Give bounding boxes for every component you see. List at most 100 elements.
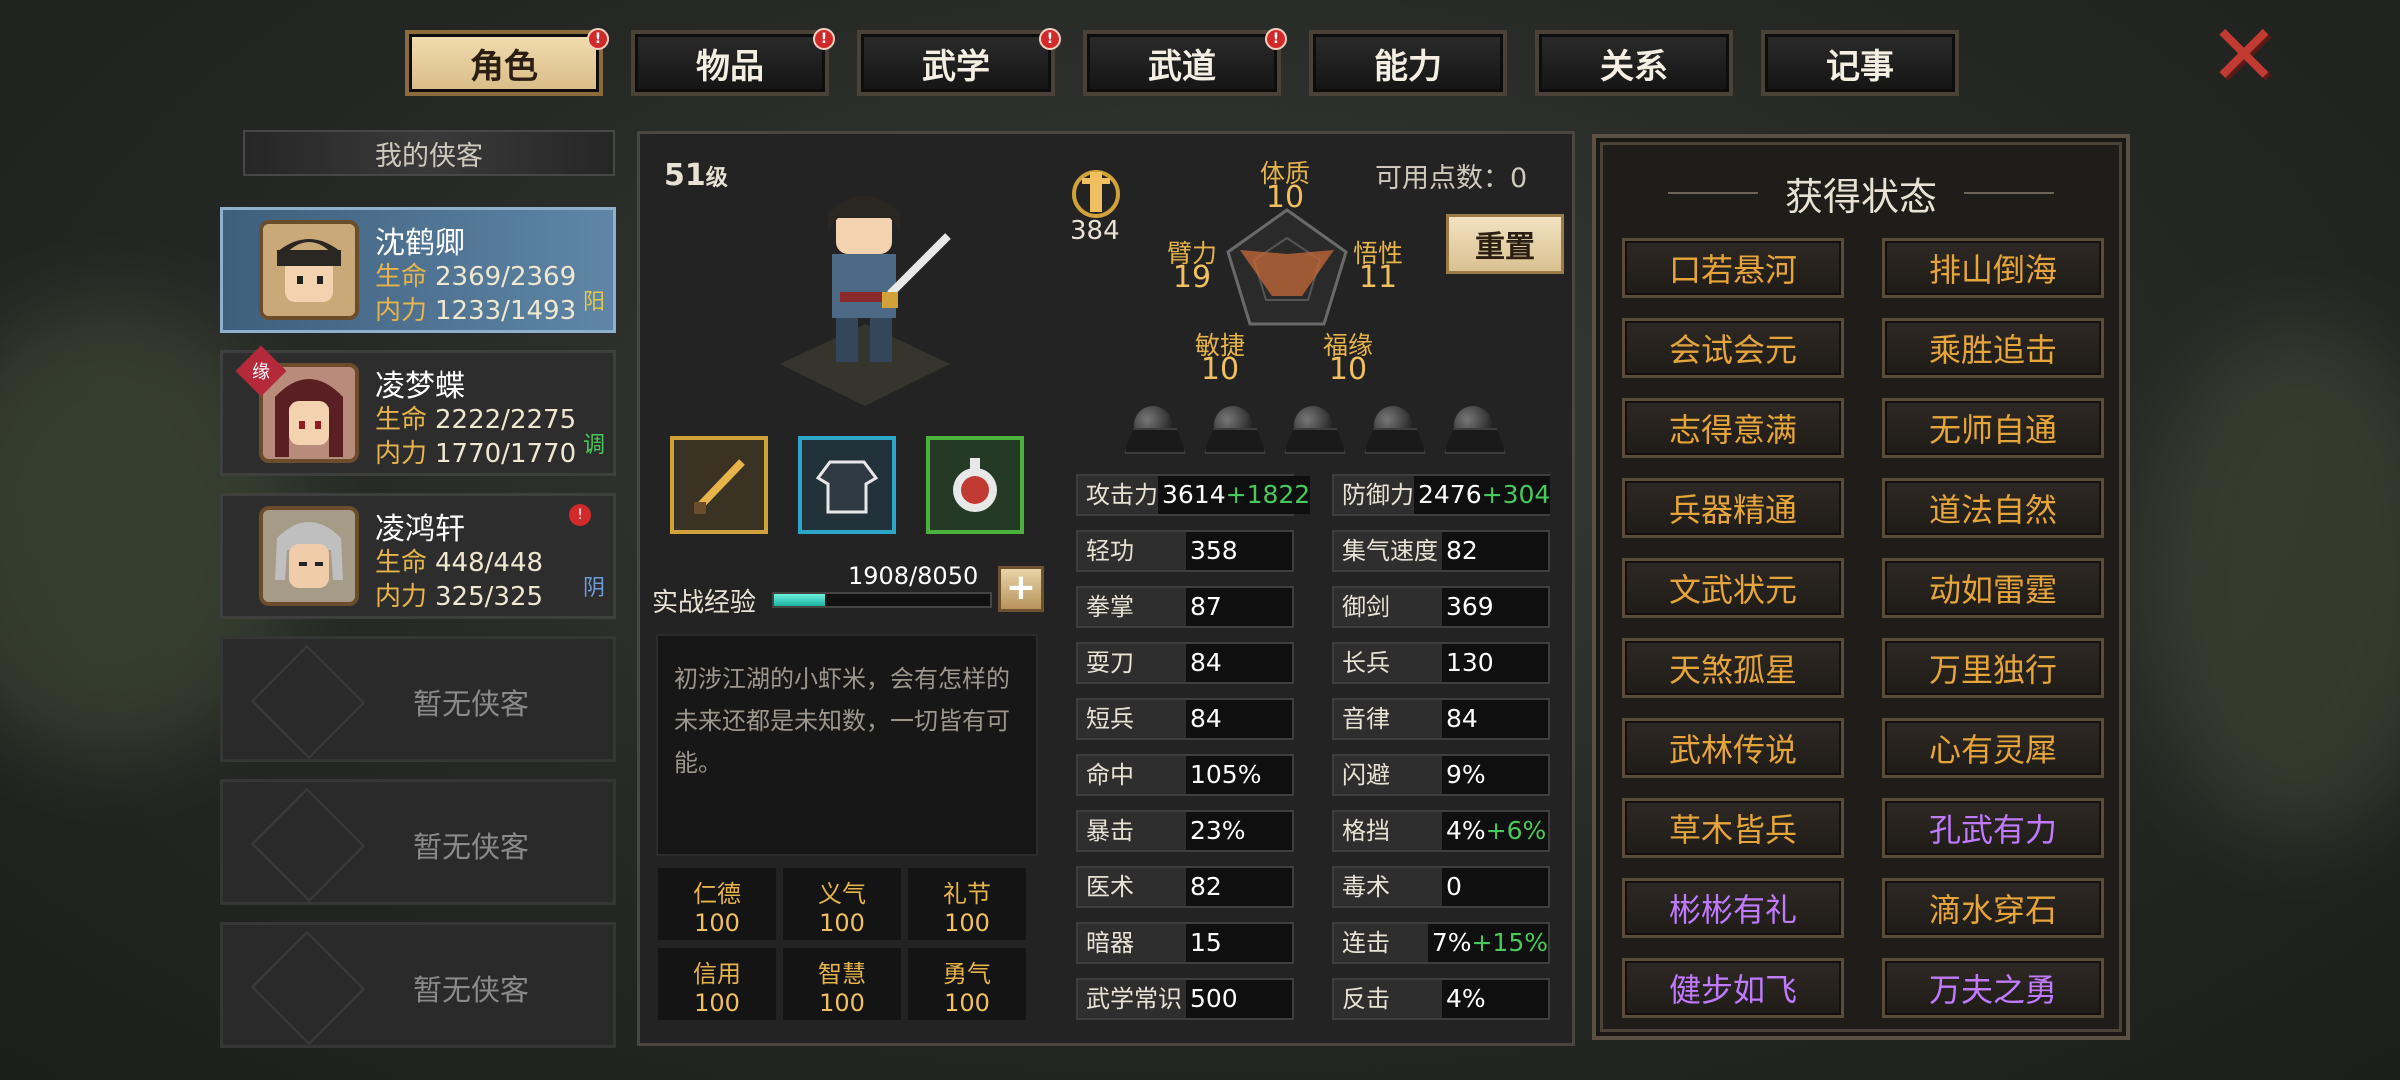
hero-avatar	[259, 220, 359, 320]
virtue-item: 信用 100	[658, 948, 776, 1020]
stat-value-cell: 2476+304	[1414, 476, 1551, 514]
empty-slot-label: 暂无侠客	[413, 830, 530, 864]
stat-name: 反击	[1342, 985, 1390, 1013]
orb-slot-icon[interactable]	[1284, 406, 1342, 454]
attr-bili-value: 19	[1172, 260, 1212, 295]
status-buff[interactable]: 志得意满	[1622, 398, 1844, 458]
tab-abilities[interactable]: 能力	[1309, 30, 1507, 96]
tab-items[interactable]: 物品!	[631, 28, 835, 96]
robe-icon	[815, 460, 879, 514]
hero-card[interactable]: 缘 凌梦蝶 生命 2222/2275 内力 1770/1770 调	[220, 345, 616, 476]
stat-row: 暴击 23%	[1076, 810, 1294, 852]
tab-bar: 角色! 物品! 武学! 武道! 能力 关系 记事	[405, 28, 1959, 96]
status-buff[interactable]: 心有灵犀	[1882, 718, 2104, 778]
tab-martial-way[interactable]: 武道!	[1083, 28, 1287, 96]
stat-row: 攻击力 3614+1822	[1076, 474, 1311, 516]
status-buff[interactable]: 草木皆兵	[1622, 798, 1844, 858]
stat-value-cell: 358	[1186, 532, 1292, 570]
status-buff[interactable]: 会试会元	[1622, 318, 1844, 378]
hero-hp: 生命 2369/2369	[375, 262, 577, 292]
armor-slot[interactable]	[798, 436, 896, 534]
close-icon[interactable]: ✕	[2205, 13, 2283, 97]
empty-avatar-icon	[250, 930, 366, 1046]
status-buff[interactable]: 健步如飞	[1622, 958, 1844, 1018]
stat-name: 武学常识	[1086, 985, 1182, 1013]
orb-slot-icon[interactable]	[1204, 406, 1262, 454]
add-exp-button[interactable]: +	[998, 566, 1044, 612]
character-description: 初涉江湖的小虾米，会有怎样的未来还都是未知数，一切皆有可能。	[656, 634, 1038, 856]
status-buff[interactable]: 彬彬有礼	[1622, 878, 1844, 938]
stat-name: 命中	[1086, 761, 1134, 789]
stats-grid: 攻击力 3614+1822 防御力 2476+304 轻功 358 集气速度 82 拳掌 87 御剑…	[1076, 474, 1551, 1020]
hero-yinyang-tag: 阴	[582, 576, 605, 601]
stat-value-cell: 130	[1442, 644, 1548, 682]
stat-row: 医术 82	[1076, 866, 1294, 908]
stat-value: 4%	[1446, 816, 1486, 845]
roster-title: 我的侠客	[243, 130, 615, 176]
stat-row: 连击 7%+15%	[1332, 922, 1550, 964]
stat-name: 御剑	[1342, 593, 1390, 621]
combat-power-value: 384	[1070, 216, 1120, 246]
stat-value: 87	[1190, 592, 1222, 621]
stat-value-cell: 84	[1186, 644, 1292, 682]
hero-card[interactable]: ! 凌鸿轩 生命 448/448 内力 325/325 阴	[220, 493, 616, 619]
stat-value: 2476	[1418, 480, 1482, 509]
status-buff[interactable]: 无师自通	[1882, 398, 2104, 458]
attr-tizhi-value: 10	[1265, 180, 1305, 215]
stat-name: 短兵	[1086, 705, 1134, 733]
weapon-slot[interactable]	[670, 436, 768, 534]
status-buff[interactable]: 文武状元	[1622, 558, 1844, 618]
orb-slot-icon[interactable]	[1364, 406, 1422, 454]
stat-value: 7%	[1431, 928, 1472, 957]
status-buff[interactable]: 动如雷霆	[1882, 558, 2104, 618]
orb-slot-icon[interactable]	[1444, 406, 1502, 454]
status-buff[interactable]: 乘胜追击	[1882, 318, 2104, 378]
stat-value-cell: 7%+15%	[1427, 924, 1548, 962]
stat-value: 369	[1446, 592, 1494, 621]
stat-value: 9%	[1446, 760, 1486, 789]
alert-icon: !	[1265, 28, 1287, 50]
status-buff[interactable]: 武林传说	[1622, 718, 1844, 778]
status-buff[interactable]: 天煞孤星	[1622, 638, 1844, 698]
pouch-icon	[953, 458, 997, 512]
stat-value: 84	[1190, 648, 1222, 677]
hero-mp: 内力 1233/1493	[375, 296, 577, 326]
status-buff[interactable]: 兵器精通	[1622, 478, 1844, 538]
empty-hero-slot[interactable]: 暂无侠客	[220, 922, 616, 1048]
status-buff[interactable]: 口若悬河	[1622, 238, 1844, 298]
orb-slot-icon[interactable]	[1124, 406, 1182, 454]
stat-row: 反击 4%	[1332, 978, 1550, 1020]
stat-value: 130	[1446, 648, 1494, 677]
status-panel: 获得状态 口若悬河 排山倒海 会试会元 乘胜追击 志得意满 无师自通 兵器精通 道法自然 文武状…	[1592, 134, 2130, 1040]
tab-character[interactable]: 角色!	[405, 28, 609, 96]
stat-name: 拳掌	[1086, 593, 1134, 621]
status-buff[interactable]: 排山倒海	[1882, 238, 2104, 298]
stat-value-cell: 15	[1186, 924, 1292, 962]
status-buff[interactable]: 万里独行	[1882, 638, 2104, 698]
empty-slot-label: 暂无侠客	[413, 973, 530, 1007]
tab-journal[interactable]: 记事	[1761, 30, 1959, 96]
level-label: 51级	[664, 158, 728, 193]
stat-name: 毒术	[1342, 873, 1390, 901]
hero-card[interactable]: 沈鹤卿 生命 2369/2369 内力 1233/1493 阳	[220, 207, 616, 333]
status-buff[interactable]: 万夫之勇	[1882, 958, 2104, 1018]
stat-value: 82	[1446, 536, 1478, 565]
tab-martial-arts[interactable]: 武学!	[857, 28, 1061, 96]
stat-value-cell: 0	[1442, 868, 1548, 906]
meridian-slots	[1124, 406, 1502, 454]
stat-name: 长兵	[1342, 649, 1390, 677]
tab-relations[interactable]: 关系	[1535, 30, 1733, 96]
status-buff[interactable]: 道法自然	[1882, 478, 2104, 538]
stat-row: 命中 105%	[1076, 754, 1294, 796]
stat-value-cell: 84	[1442, 700, 1548, 738]
stat-value-cell: 4%	[1442, 980, 1548, 1018]
empty-hero-slot[interactable]: 暂无侠客	[220, 779, 616, 905]
status-buff[interactable]: 孔武有力	[1882, 798, 2104, 858]
reset-button[interactable]: 重置	[1446, 214, 1564, 274]
exp-bar	[772, 592, 992, 608]
status-buff[interactable]: 滴水穿石	[1882, 878, 2104, 938]
alert-icon: !	[1039, 28, 1061, 50]
accessory-slot[interactable]	[926, 436, 1024, 534]
empty-hero-slot[interactable]: 暂无侠客	[220, 636, 616, 762]
stat-row: 防御力 2476+304	[1332, 474, 1551, 516]
